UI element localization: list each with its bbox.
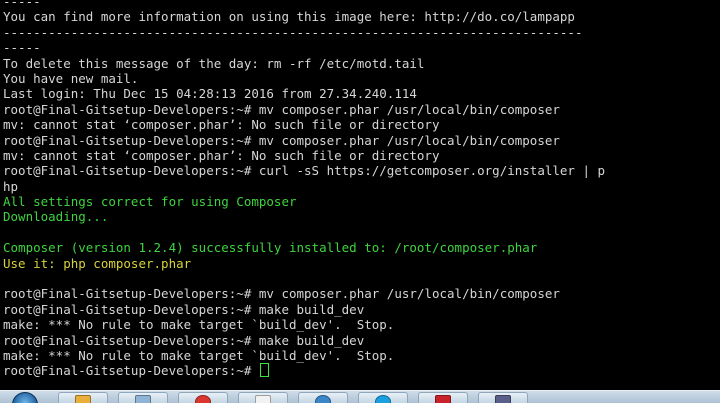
terminal-line: ----- bbox=[0, 0, 720, 9]
skype-icon bbox=[375, 395, 391, 403]
start-button[interactable] bbox=[12, 392, 38, 403]
taskbar-button[interactable] bbox=[358, 392, 408, 403]
terminal-line: You can find more information on using t… bbox=[0, 9, 720, 24]
terminal-line-text: Composer (version 1.2.4) successfully in… bbox=[3, 240, 538, 256]
taskbar-button[interactable] bbox=[478, 392, 528, 403]
terminal-line: To delete this message of the day: rm -r… bbox=[0, 56, 720, 71]
terminal-line-text: make: *** No rule to make target `build_… bbox=[3, 317, 395, 333]
terminal-line-text: To delete this message of the day: rm -r… bbox=[3, 55, 425, 71]
terminal-line: ----------------------------------------… bbox=[0, 25, 720, 40]
terminal-line: root@Final-Gitsetup-Developers:~# make b… bbox=[0, 333, 720, 348]
terminal-line-text: Downloading... bbox=[3, 209, 109, 225]
taskbar-button[interactable] bbox=[238, 392, 288, 403]
terminal-line: make: *** No rule to make target `build_… bbox=[0, 317, 720, 332]
terminal-line-text: mv: cannot stat ‘composer.phar’: No such… bbox=[3, 147, 440, 163]
terminal-line-text: root@Final-Gitsetup-Developers:~# mv com… bbox=[3, 286, 560, 302]
terminal-line-text: root@Final-Gitsetup-Developers:~# curl -… bbox=[3, 163, 606, 179]
terminal-line-text: You have new mail. bbox=[3, 70, 139, 86]
terminal-line-text: root@Final-Gitsetup-Developers:~# make b… bbox=[3, 332, 365, 348]
terminal-line: mv: cannot stat ‘composer.phar’: No such… bbox=[0, 148, 720, 163]
terminal-line-text: ----- bbox=[3, 40, 41, 56]
terminal-line: Use it: php composer.phar bbox=[0, 256, 720, 271]
document-icon bbox=[135, 395, 151, 403]
terminal-line-text: Use it: php composer.phar bbox=[3, 255, 192, 271]
terminal-line: ----- bbox=[0, 40, 720, 55]
terminal-line-text: ----- bbox=[3, 0, 41, 9]
terminal-line-text: You can find more information on using t… bbox=[3, 9, 575, 25]
terminal-line-text: root@Final-Gitsetup-Developers:~# mv com… bbox=[3, 132, 560, 148]
terminal-line-text: root@Final-Gitsetup-Developers:~# mv com… bbox=[3, 101, 560, 117]
notepad-icon bbox=[255, 395, 271, 403]
terminal-line: mv: cannot stat ‘composer.phar’: No such… bbox=[0, 117, 720, 132]
terminal-line-text: make: *** No rule to make target `build_… bbox=[3, 347, 395, 363]
taskbar-button[interactable] bbox=[58, 392, 108, 403]
taskbar-button[interactable] bbox=[178, 392, 228, 403]
folder-icon bbox=[75, 395, 91, 403]
terminal-line: root@Final-Gitsetup-Developers:~# bbox=[0, 363, 720, 378]
chrome-icon bbox=[195, 395, 211, 403]
terminal-line-text: hp bbox=[3, 178, 19, 194]
terminal-window[interactable]: ----- You can find more information on us… bbox=[0, 0, 720, 390]
taskbar-button[interactable] bbox=[298, 392, 348, 403]
screen: ----- You can find more information on us… bbox=[0, 0, 720, 403]
terminal-line-text: root@Final-Gitsetup-Developers:~# bbox=[3, 363, 259, 379]
terminal-line: root@Final-Gitsetup-Developers:~# mv com… bbox=[0, 133, 720, 148]
terminal-line: root@Final-Gitsetup-Developers:~# curl -… bbox=[0, 163, 720, 178]
terminal-line: root@Final-Gitsetup-Developers:~# make b… bbox=[0, 302, 720, 317]
terminal-line: All settings correct for using Composer bbox=[0, 194, 720, 209]
globe-icon bbox=[315, 395, 331, 403]
terminal-line-text: Last login: Thu Dec 15 04:28:13 2016 fro… bbox=[3, 86, 417, 102]
terminal-line: Composer (version 1.2.4) successfully in… bbox=[0, 240, 720, 255]
cursor bbox=[259, 363, 269, 378]
terminal-line-text: ----------------------------------------… bbox=[3, 24, 583, 40]
terminal-line-text: All settings correct for using Composer bbox=[3, 194, 297, 210]
putty-icon bbox=[495, 395, 511, 403]
terminal-line: root@Final-Gitsetup-Developers:~# mv com… bbox=[0, 102, 720, 117]
terminal-line: root@Final-Gitsetup-Developers:~# mv com… bbox=[0, 286, 720, 301]
terminal-line: You have new mail. bbox=[0, 71, 720, 86]
terminal-line: Last login: Thu Dec 15 04:28:13 2016 fro… bbox=[0, 86, 720, 101]
terminal-line-text: mv: cannot stat ‘composer.phar’: No such… bbox=[3, 117, 440, 133]
terminal-line: Downloading... bbox=[0, 209, 720, 224]
taskbar bbox=[0, 390, 720, 403]
terminal-line: make: *** No rule to make target `build_… bbox=[0, 348, 720, 363]
terminal-line: hp bbox=[0, 179, 720, 194]
terminal-line-text: root@Final-Gitsetup-Developers:~# make b… bbox=[3, 301, 365, 317]
filezilla-icon bbox=[435, 395, 451, 403]
taskbar-button[interactable] bbox=[418, 392, 468, 403]
taskbar-button[interactable] bbox=[118, 392, 168, 403]
